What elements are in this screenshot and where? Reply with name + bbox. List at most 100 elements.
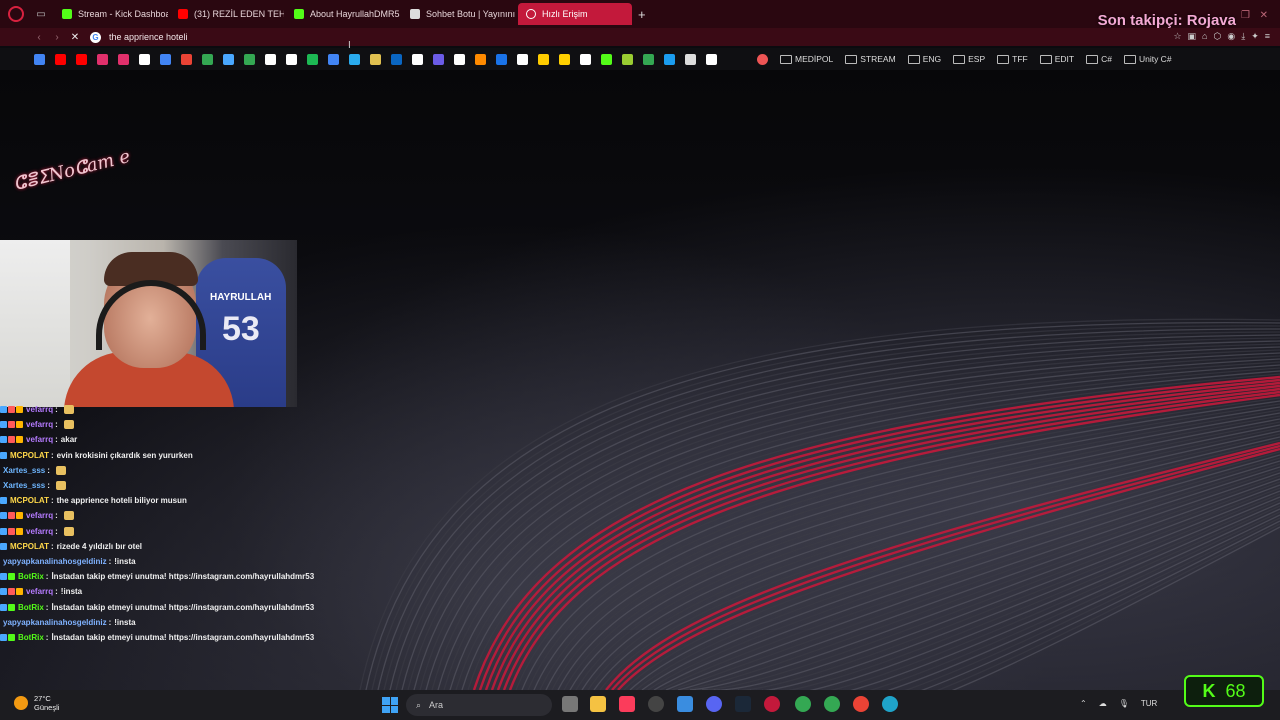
chat-username[interactable]: yapyapkanalinahosgeldiniz <box>3 618 107 627</box>
opera-gx-logo-icon[interactable] <box>8 6 24 22</box>
chat-separator: : <box>47 481 50 491</box>
chat-username[interactable]: MCPOLAT <box>10 542 49 551</box>
music-app-icon[interactable] <box>619 696 635 712</box>
chat-username[interactable]: BotRix <box>18 633 44 642</box>
steam-icon[interactable] <box>735 696 751 712</box>
weather-widget[interactable]: 27°C Güneşli <box>14 694 59 712</box>
app-icon[interactable] <box>677 696 693 712</box>
bookmark-favicon-icon[interactable] <box>286 53 297 65</box>
bookmark-favicon-icon[interactable] <box>664 53 675 65</box>
chrome-profile-icon[interactable] <box>824 696 840 712</box>
bookmark-favicon-icon[interactable] <box>454 53 465 65</box>
restore-icon[interactable]: ❐ <box>1241 10 1250 21</box>
extensions-icon[interactable]: ⬡ <box>1213 31 1221 42</box>
bookmark-favicon-icon[interactable] <box>160 53 171 65</box>
start-button[interactable] <box>382 697 398 713</box>
bookmark-favicon-icon[interactable] <box>139 53 150 65</box>
bookmark-favicon-icon[interactable] <box>265 53 276 65</box>
chat-username[interactable]: vefarrq <box>26 511 53 520</box>
bookmark-favicon-icon[interactable] <box>757 53 768 65</box>
bookmark-folder[interactable]: ENG <box>907 54 941 64</box>
discord-icon[interactable] <box>706 696 722 712</box>
wallet-icon[interactable]: ◉ <box>1227 31 1235 42</box>
onedrive-icon[interactable]: ☁ <box>1099 699 1107 708</box>
bookmark-favicon-icon[interactable] <box>118 53 129 65</box>
close-icon[interactable]: ✕ <box>1260 10 1268 21</box>
bookmark-favicon-icon[interactable] <box>307 53 318 65</box>
tab-1[interactable]: (31) REZİL EDEN TEHLİKEL <box>170 3 284 25</box>
microphone-icon[interactable]: 🎙 <box>1119 699 1129 708</box>
tab-2[interactable]: About HayrullahDMR53 - <box>286 3 400 25</box>
bookmark-folder[interactable]: TFF <box>997 54 1028 64</box>
bookmark-folder[interactable]: Unity C# <box>1123 54 1172 64</box>
language-indicator[interactable]: TUR <box>1141 699 1157 708</box>
bookmark-favicon-icon[interactable] <box>433 53 444 65</box>
chat-username[interactable]: vefarrq <box>26 420 53 429</box>
screenshot-icon[interactable]: ▣ <box>1188 31 1197 42</box>
chat-username[interactable]: Xartes_sss <box>3 481 45 490</box>
forward-button[interactable]: › <box>48 32 66 43</box>
bookmark-favicon-icon[interactable] <box>706 53 717 65</box>
bookmark-favicon-icon[interactable] <box>601 53 612 65</box>
bookmark-favicon-icon[interactable] <box>328 53 339 65</box>
edge-icon[interactable] <box>882 696 898 712</box>
bookmark-favicon-icon[interactable] <box>643 53 654 65</box>
bookmark-favicon-icon[interactable] <box>223 53 234 65</box>
chat-username[interactable]: vefarrq <box>26 435 53 444</box>
menu-icon[interactable]: ≡ <box>1265 31 1270 42</box>
bookmark-favicon-icon[interactable] <box>622 53 633 65</box>
chevron-up-icon[interactable]: ⌃ <box>1080 699 1087 708</box>
bookmark-favicon-icon[interactable] <box>517 53 528 65</box>
ai-icon[interactable]: ✦ <box>1251 31 1259 42</box>
bookmark-favicon-icon[interactable] <box>496 53 507 65</box>
stop-loading-button[interactable]: ✕ <box>66 32 84 43</box>
url-input[interactable]: the apprience hoteli <box>109 32 188 42</box>
tab-overview-icon[interactable]: ▭ <box>30 9 52 20</box>
bookmark-favicon-icon[interactable] <box>202 53 213 65</box>
bookmark-favicon-icon[interactable] <box>97 53 108 65</box>
bookmark-favicon-icon[interactable] <box>559 53 570 65</box>
back-button[interactable]: ‹ <box>30 32 48 43</box>
new-tab-button[interactable]: + <box>638 7 646 22</box>
bookmark-favicon-icon[interactable] <box>475 53 486 65</box>
chat-username[interactable]: vefarrq <box>26 527 53 536</box>
chat-username[interactable]: MCPOLAT <box>10 496 49 505</box>
bookmark-icon[interactable]: ☆ <box>1173 31 1181 42</box>
translate-icon[interactable]: ⌂ <box>1202 31 1207 42</box>
bookmark-favicon-icon[interactable] <box>181 53 192 65</box>
bookmark-favicon-icon[interactable] <box>244 53 255 65</box>
download-icon[interactable]: ⤓ <box>1241 31 1245 42</box>
opera-gx-icon[interactable] <box>764 696 780 712</box>
chrome-profile-2-icon[interactable] <box>853 696 869 712</box>
task-view-icon[interactable] <box>562 696 578 712</box>
bookmark-folder[interactable]: STREAM <box>845 54 896 64</box>
bookmark-favicon-icon[interactable] <box>76 53 87 65</box>
tab-3[interactable]: Sohbet Botu | Yayınını güç <box>402 3 516 25</box>
chat-username[interactable]: vefarrq <box>26 587 53 596</box>
chat-username[interactable]: yapyapkanalinahosgeldiniz <box>3 557 107 566</box>
file-explorer-icon[interactable] <box>590 696 606 712</box>
bookmark-favicon-icon[interactable] <box>370 53 381 65</box>
chat-username[interactable]: MCPOLAT <box>10 451 49 460</box>
bookmark-folder[interactable]: ESP <box>953 54 985 64</box>
bookmark-favicon-icon[interactable] <box>391 53 402 65</box>
bookmark-favicon-icon[interactable] <box>349 53 360 65</box>
taskbar-search[interactable]: ⌕ Ara <box>406 694 552 716</box>
bookmark-folder[interactable]: EDIT <box>1039 54 1074 64</box>
bookmark-favicon-icon[interactable] <box>412 53 423 65</box>
obs-icon[interactable] <box>648 696 664 712</box>
tab-0[interactable]: Stream - Kick Dashboard <box>54 3 168 25</box>
chat-username[interactable]: vefarrq <box>26 405 53 414</box>
bookmark-favicon-icon[interactable] <box>580 53 591 65</box>
chat-username[interactable]: BotRix <box>18 603 44 612</box>
bookmark-favicon-icon[interactable] <box>55 53 66 65</box>
chat-username[interactable]: Xartes_sss <box>3 466 45 475</box>
bookmark-folder[interactable]: C# <box>1086 54 1112 64</box>
chrome-icon[interactable] <box>795 696 811 712</box>
tab-4[interactable]: Hızlı Erişim <box>518 3 632 25</box>
bookmark-favicon-icon[interactable] <box>538 53 549 65</box>
bookmark-folder[interactable]: MEDİPOL <box>780 54 833 64</box>
chat-username[interactable]: BotRix <box>18 572 44 581</box>
bookmark-favicon-icon[interactable] <box>685 53 696 65</box>
bookmark-favicon-icon[interactable] <box>34 53 45 65</box>
